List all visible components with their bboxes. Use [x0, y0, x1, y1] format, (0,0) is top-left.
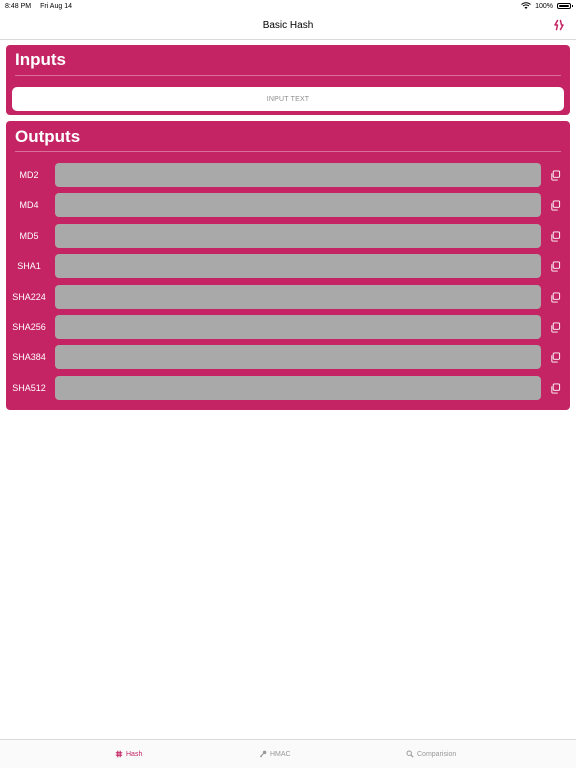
status-time: 8:48 PM [5, 2, 32, 10]
output-field-sha224[interactable] [55, 285, 541, 309]
swap-button[interactable] [552, 18, 566, 32]
output-field-sha384[interactable] [55, 345, 541, 369]
key-icon [259, 750, 267, 758]
output-label: SHA1 [17, 261, 41, 271]
copy-icon[interactable] [550, 352, 561, 363]
battery-percent: 100% [535, 2, 553, 10]
tab-label: Comparision [417, 750, 457, 758]
tab-bar: Hash HMAC Comparision [0, 739, 576, 768]
copy-icon[interactable] [550, 170, 561, 181]
copy-icon[interactable] [550, 322, 561, 333]
copy-icon[interactable] [550, 200, 561, 211]
status-date: Fri Aug 14 [40, 2, 72, 10]
status-bar: 8:48 PM Fri Aug 14 100% [0, 0, 576, 12]
copy-icon[interactable] [550, 261, 561, 272]
tab-label: Hash [126, 750, 143, 758]
output-field-md5[interactable] [55, 224, 541, 248]
output-row-md4: MD4 [6, 193, 570, 217]
output-label: SHA384 [12, 352, 46, 362]
output-row-sha512: SHA512 [6, 376, 570, 400]
wifi-icon [521, 2, 531, 9]
hash-icon [115, 750, 123, 758]
output-row-sha384: SHA384 [6, 345, 570, 369]
magnifier-icon [406, 750, 414, 758]
status-right: 100% [521, 2, 573, 10]
output-label: MD4 [19, 200, 39, 210]
battery-icon [557, 3, 573, 9]
copy-icon[interactable] [550, 292, 561, 303]
output-row-md2: MD2 [6, 163, 570, 187]
output-label: SHA512 [12, 383, 46, 393]
output-field-sha512[interactable] [55, 376, 541, 400]
output-field-sha1[interactable] [55, 254, 541, 278]
output-label: MD5 [19, 231, 39, 241]
output-row-sha224: SHA224 [6, 285, 570, 309]
outputs-divider [15, 151, 561, 152]
copy-icon[interactable] [550, 383, 561, 394]
input-text-field[interactable]: INPUT TEXT [12, 87, 564, 111]
outputs-title: Outputs [15, 127, 81, 146]
output-label: SHA224 [12, 292, 46, 302]
copy-icon[interactable] [550, 231, 561, 242]
page-title: Basic Hash [262, 20, 314, 31]
inputs-divider [15, 75, 561, 76]
output-field-md4[interactable] [55, 193, 541, 217]
tab-comparison[interactable]: Comparision [406, 740, 456, 768]
tab-hmac[interactable]: HMAC [259, 740, 291, 768]
output-field-sha256[interactable] [55, 315, 541, 339]
nav-bar: Basic Hash [0, 12, 576, 40]
output-label: MD2 [19, 170, 39, 180]
tab-label: HMAC [270, 750, 291, 758]
output-field-md2[interactable] [55, 163, 541, 187]
outputs-card: Outputs MD2 MD4 MD5 SHA1 SHA224 SHA256 S… [6, 121, 570, 410]
output-row-md5: MD5 [6, 224, 570, 248]
output-label: SHA256 [12, 322, 46, 332]
tab-hash[interactable]: Hash [115, 740, 142, 768]
inputs-card: Inputs INPUT TEXT [6, 45, 570, 115]
inputs-title: Inputs [15, 50, 66, 69]
output-row-sha256: SHA256 [6, 315, 570, 339]
output-row-sha1: SHA1 [6, 254, 570, 278]
swap-arrows-icon [554, 19, 564, 31]
